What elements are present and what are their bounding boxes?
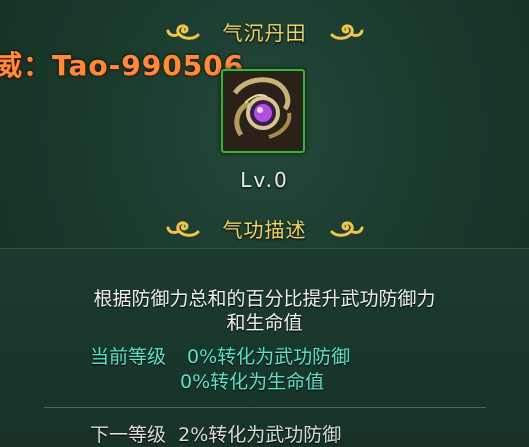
current-level-value-2: 0%转化为生命值 <box>180 371 325 393</box>
skill-icon-slot[interactable] <box>221 69 305 153</box>
cloud-ornament-right-icon <box>330 24 363 40</box>
skill-name: 气沉丹田 <box>222 20 307 45</box>
next-level-row: 下一等级 2%转化为武功防御 <box>90 420 341 447</box>
skill-title-header: 气沉丹田 <box>0 16 529 46</box>
current-level-label: 当前等级 <box>90 346 167 368</box>
description-header: 气功描述 <box>0 213 529 243</box>
cloud-ornament-left-icon <box>166 221 199 237</box>
ornate-amulet-icon <box>225 73 301 149</box>
description-line-2: 和生命值 <box>226 312 303 334</box>
description-line-1: 根据防御力总和的百分比提升武功防御力 <box>93 288 436 310</box>
cloud-ornament-left-icon <box>166 24 199 40</box>
skill-level: Lv.0 <box>240 168 289 192</box>
current-level-value-1: 0%转化为武功防御 <box>187 346 351 368</box>
watermark-text: 威：Tao-990506 <box>0 49 245 82</box>
next-level-label: 下一等级 <box>90 424 167 446</box>
next-level-value-1: 2%转化为武功防御 <box>178 424 342 446</box>
description-title: 气功描述 <box>222 217 307 242</box>
cloud-ornament-right-icon <box>330 221 363 237</box>
divider <box>44 407 486 408</box>
